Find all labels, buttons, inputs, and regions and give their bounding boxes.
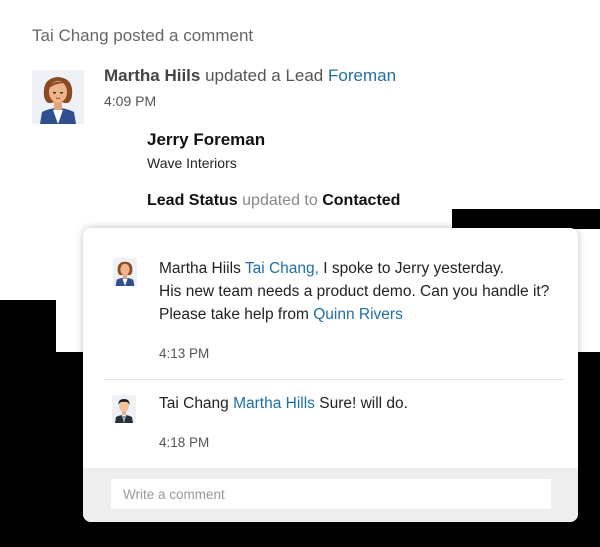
lead-status-value: Contacted — [322, 192, 401, 209]
lead-status-change: Lead Status updated to Contacted — [147, 192, 400, 210]
comment-author[interactable]: Tai Chang — [159, 395, 229, 412]
mention-link[interactable]: Quinn Rivers — [313, 306, 403, 323]
activity-summary: Martha Hiils updated a Lead Foreman — [104, 66, 396, 86]
background-shape — [452, 209, 600, 229]
activity-action: updated a Lead — [205, 66, 324, 85]
comment-text: I spoke to Jerry yesterday. — [323, 260, 504, 277]
comment-divider — [103, 379, 565, 380]
comment-timestamp: 4:18 PM — [159, 435, 210, 450]
activity-actor[interactable]: Martha Hiils — [104, 66, 200, 85]
lead-status-field: Lead Status — [147, 192, 238, 209]
lead-status-verb: updated to — [242, 192, 318, 209]
comment-text: Please take help from — [159, 306, 309, 323]
comment-thread-card: Martha Hiils Tai Chang, I spoke to Jerry… — [83, 228, 578, 522]
activity-timestamp: 4:09 PM — [104, 93, 157, 109]
mention-link[interactable]: Martha Hills — [233, 395, 315, 412]
woman-avatar-icon[interactable] — [32, 70, 84, 124]
comment-author[interactable]: Martha Hiils — [159, 260, 241, 277]
comment-body: Tai Chang Martha Hills Sure! will do. — [159, 392, 569, 415]
comment-input[interactable] — [111, 479, 551, 509]
lead-link[interactable]: Foreman — [328, 66, 396, 85]
mention-link[interactable]: Tai Chang, — [245, 260, 319, 277]
comment-timestamp: 4:13 PM — [159, 346, 210, 361]
lead-name: Jerry Foreman — [147, 130, 266, 149]
comment-text: Sure! will do. — [319, 395, 408, 412]
background-shape — [0, 300, 56, 352]
lead-company: Wave Interiors — [147, 155, 237, 171]
feed-header: Tai Chang posted a comment — [32, 26, 254, 45]
man-avatar-icon[interactable] — [112, 395, 136, 423]
comment-body: Martha Hiils Tai Chang, I spoke to Jerry… — [159, 257, 569, 326]
comment-text: His new team needs a product demo. Can y… — [159, 283, 550, 300]
woman-avatar-icon[interactable] — [113, 258, 137, 286]
comment-input-area — [83, 468, 578, 522]
